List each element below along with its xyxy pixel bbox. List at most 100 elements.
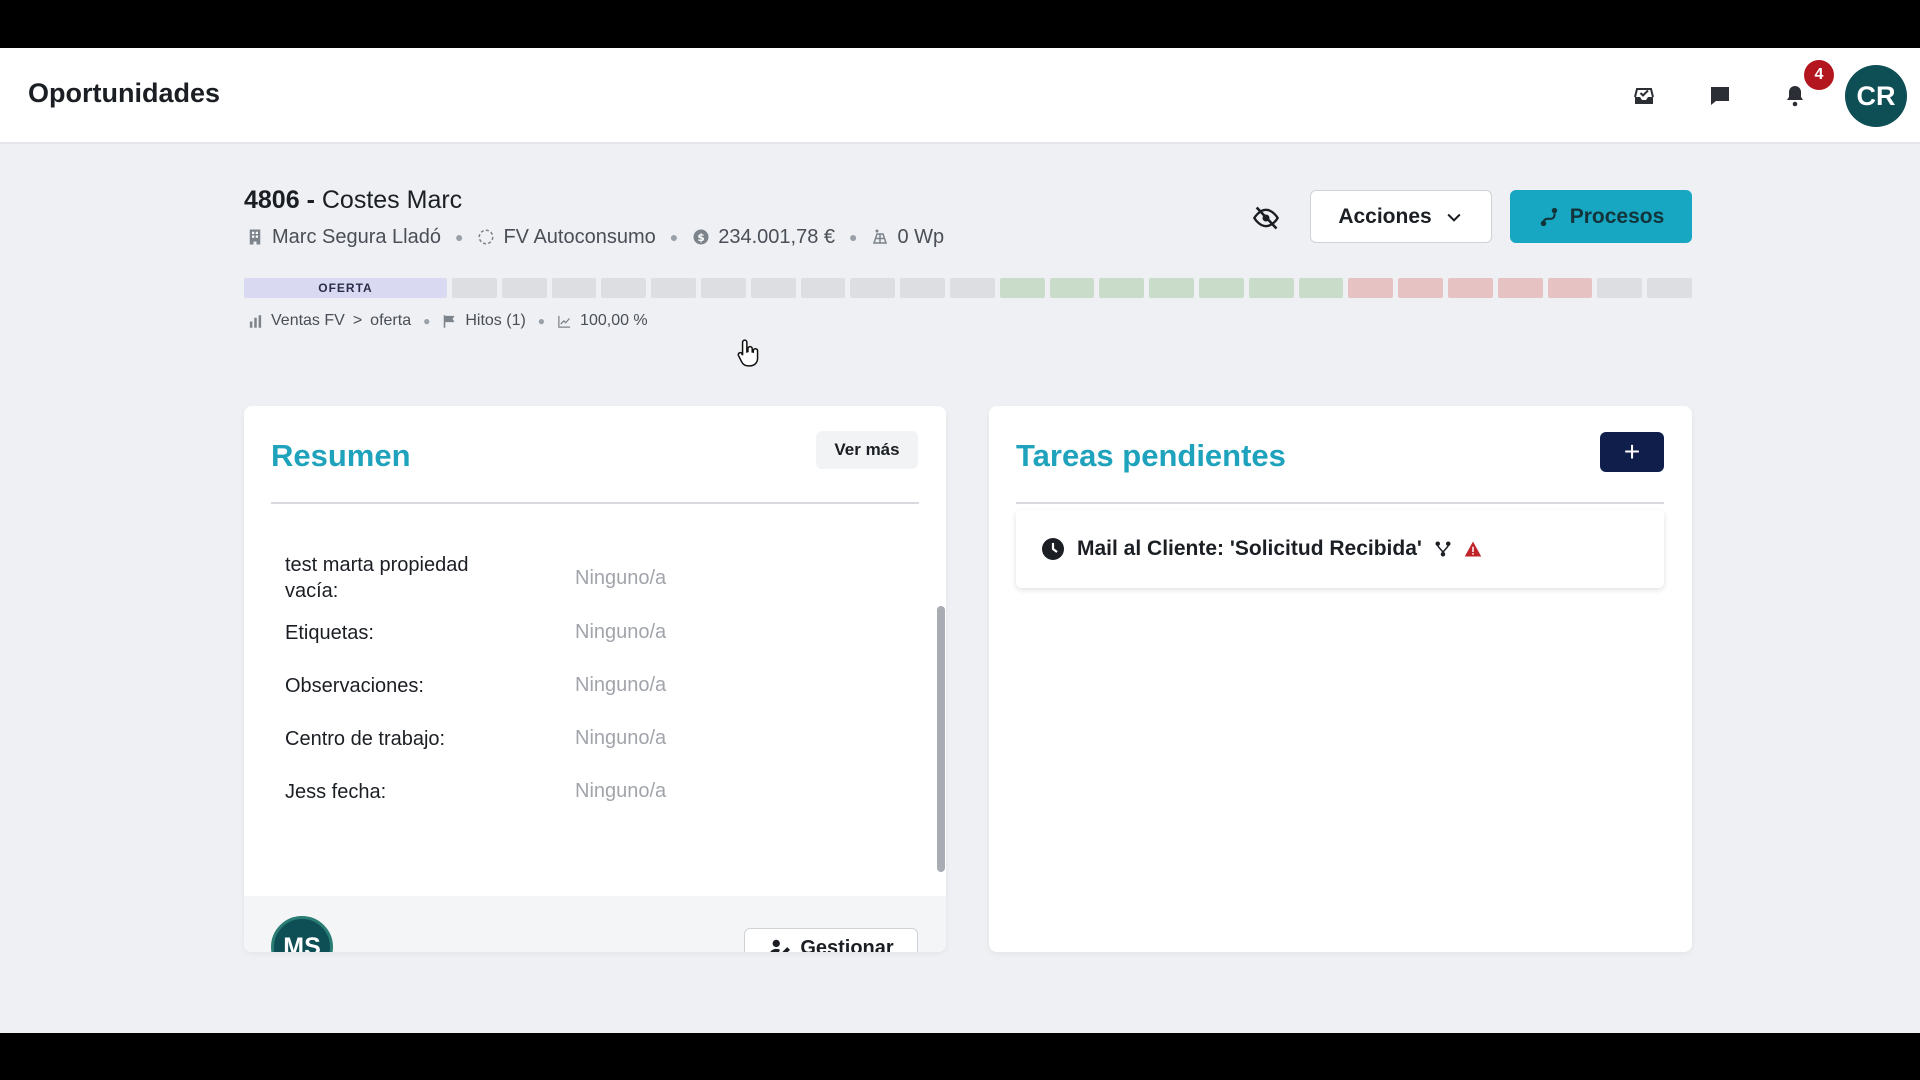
bar-chart-icon <box>249 314 262 328</box>
svg-text:$: $ <box>698 232 705 244</box>
acciones-dropdown[interactable]: Acciones <box>1310 190 1492 243</box>
stage-segment-grey[interactable] <box>700 278 746 298</box>
inbox-check-icon[interactable] <box>1629 81 1659 111</box>
stage-bar: OFERTA <box>244 278 1692 298</box>
property-label: Observaciones: <box>285 674 424 697</box>
acciones-label: Acciones <box>1338 204 1432 228</box>
stage-segment-grey[interactable] <box>1647 278 1692 298</box>
top-header: Oportunidades 4 CR <box>0 48 1920 144</box>
property-row: Observaciones: Ninguno/a <box>285 659 845 712</box>
stage-segment-green[interactable] <box>1248 278 1294 298</box>
milestones-label: Hitos (1) <box>465 312 526 329</box>
opportunity-title: 4806 - Costes Marc <box>244 186 462 215</box>
stage-segment-green[interactable] <box>1298 278 1344 298</box>
page-title: Oportunidades <box>28 78 221 108</box>
gestionar-button[interactable]: Gestionar <box>744 928 918 952</box>
property-value: Ninguno/a <box>575 566 667 589</box>
meta-separator: ● <box>537 314 546 328</box>
stage-segment-grey[interactable] <box>651 278 696 298</box>
stage-segment-green[interactable] <box>1049 278 1095 298</box>
pipeline-stage: oferta <box>370 312 412 329</box>
procesos-button[interactable]: Procesos <box>1510 190 1692 243</box>
coin-icon: $ <box>693 229 709 245</box>
stage-segment-red[interactable] <box>1447 278 1493 298</box>
property-value: Ninguno/a <box>575 621 667 643</box>
property-row: Etiquetas: Ninguno/a <box>285 606 845 659</box>
dashed-circle-icon <box>478 229 494 245</box>
add-task-button[interactable]: + <box>1600 432 1664 472</box>
stage-segment-green[interactable] <box>1099 278 1145 298</box>
opportunity-meta: Marc Segura Lladó ● FV Autoconsumo ● $ 2… <box>246 224 944 250</box>
opportunity-power: 0 Wp <box>897 225 945 248</box>
summary-divider <box>271 502 919 504</box>
stage-segment-green[interactable] <box>1149 278 1194 298</box>
gestionar-label: Gestionar <box>800 936 894 953</box>
chevron-down-icon <box>1447 213 1461 222</box>
summary-title: Resumen <box>271 438 411 473</box>
stage-segment-red[interactable] <box>1398 278 1443 298</box>
stage-segment-grey[interactable] <box>900 278 945 298</box>
stage-segment-grey[interactable] <box>800 278 846 298</box>
flag-icon <box>444 314 455 328</box>
power-meta: 0 Wp <box>871 226 944 249</box>
stage-segment-grey[interactable] <box>1597 278 1643 298</box>
meta-separator: ● <box>454 229 464 245</box>
building-icon <box>249 229 261 245</box>
company-meta[interactable]: Marc Segura Lladó <box>246 226 441 249</box>
notification-badge: 4 <box>1804 60 1834 90</box>
amount-meta: $ 234.001,78 € <box>692 226 835 249</box>
pipeline-name: Ventas FV <box>271 312 345 329</box>
meta-separator: ● <box>423 314 431 328</box>
task-item[interactable]: Mail al Cliente: 'Solicitud Recibida' <box>1016 510 1664 588</box>
workflow-icon <box>1435 541 1451 557</box>
stage-oferta[interactable]: OFERTA <box>244 278 447 298</box>
stage-segment-grey[interactable] <box>501 278 547 298</box>
route-icon <box>1540 207 1557 226</box>
property-row: Centro de trabajo: Ninguno/a <box>285 712 845 765</box>
tasks-title: Tareas pendientes <box>1016 438 1286 473</box>
tasks-divider <box>1016 502 1664 504</box>
bell-icon[interactable] <box>1780 81 1810 111</box>
summary-scrollbar[interactable] <box>937 606 945 872</box>
stage-segment-red[interactable] <box>1547 278 1593 298</box>
property-value: Ninguno/a <box>575 727 667 749</box>
property-label: Centro de trabajo: <box>285 727 446 750</box>
ver-mas-button[interactable]: Ver más <box>816 431 918 469</box>
trend-chart-icon <box>558 315 571 328</box>
property-label: test marta propiedad vacía: <box>285 554 469 602</box>
stage-segment-grey[interactable] <box>452 278 497 298</box>
opportunity-amount: 234.001,78 € <box>718 225 836 248</box>
task-title: Mail al Cliente: 'Solicitud Recibida' <box>1077 537 1422 560</box>
stage-segment-red[interactable] <box>1348 278 1394 298</box>
property-value: Ninguno/a <box>575 780 667 802</box>
milestones-link[interactable]: Hitos (1) <box>442 312 526 330</box>
stage-segment-grey[interactable] <box>949 278 995 298</box>
app-screen: Oportunidades 4 CR 4806 - Costes Marc Ma… <box>0 48 1920 1033</box>
opportunity-type: FV Autoconsumo <box>503 225 656 248</box>
stage-segment-grey[interactable] <box>551 278 597 298</box>
opportunity-number: 4806 <box>244 186 300 214</box>
stage-segment-green[interactable] <box>999 278 1045 298</box>
property-row: test marta propiedad vacía: Ninguno/a <box>285 546 845 610</box>
breadcrumb-separator: > <box>352 312 363 329</box>
pipeline-info: Ventas FV > oferta ● Hitos (1) ● 100,00 … <box>248 312 648 330</box>
eye-slash-icon[interactable] <box>1250 202 1282 234</box>
probability-meta: 100,00 % <box>557 312 648 330</box>
clock-icon <box>1042 538 1064 560</box>
warning-icon <box>1464 541 1482 557</box>
meta-separator: ● <box>849 229 858 245</box>
stage-segment-grey[interactable] <box>601 278 647 298</box>
company-name: Marc Segura Lladó <box>272 225 441 248</box>
property-label: Etiquetas: <box>285 621 374 644</box>
stage-segment-grey[interactable] <box>850 278 896 298</box>
stage-segment-red[interactable] <box>1497 278 1543 298</box>
solar-panel-icon <box>873 229 888 244</box>
summary-properties: test marta propiedad vacía: Ninguno/a Et… <box>285 546 845 818</box>
chat-icon[interactable] <box>1705 81 1735 111</box>
stage-segment-grey[interactable] <box>750 278 796 298</box>
opportunity-name: Costes Marc <box>321 186 463 214</box>
stage-segment-green[interactable] <box>1198 278 1244 298</box>
pipeline-breadcrumb: Ventas FV > oferta <box>248 312 411 330</box>
hand-cursor-icon <box>737 339 759 367</box>
user-avatar[interactable]: CR <box>1845 65 1907 127</box>
